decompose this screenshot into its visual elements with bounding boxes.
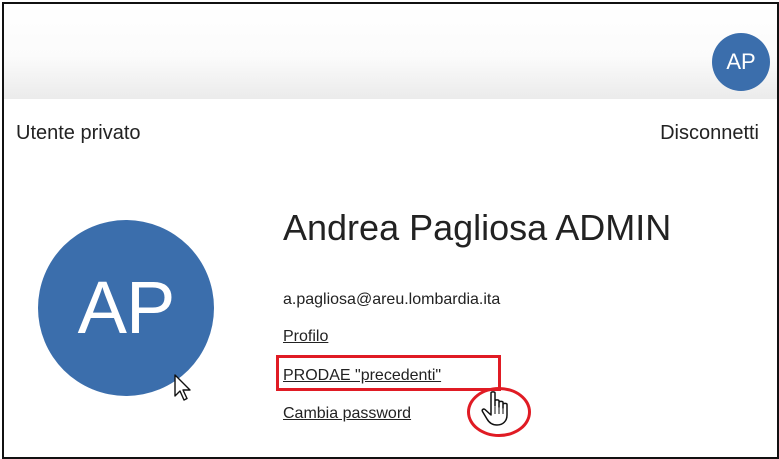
profile-link[interactable]: Profilo — [283, 328, 328, 346]
user-type-label: Utente privato — [16, 122, 141, 144]
highlight-rectangle — [276, 355, 501, 391]
header-avatar[interactable]: AP — [712, 33, 770, 91]
change-password-link[interactable]: Cambia password — [283, 405, 411, 423]
user-panel: AP Utente privato Disconnetti AP Andrea … — [2, 2, 779, 459]
profile-avatar: AP — [38, 220, 214, 396]
highlight-circle — [467, 387, 531, 437]
user-full-name: Andrea Pagliosa ADMIN — [283, 207, 672, 248]
top-bar: AP — [4, 4, 777, 99]
user-email: a.pagliosa@areu.lombardia.ita — [283, 291, 501, 308]
logout-link[interactable]: Disconnetti — [660, 122, 759, 145]
